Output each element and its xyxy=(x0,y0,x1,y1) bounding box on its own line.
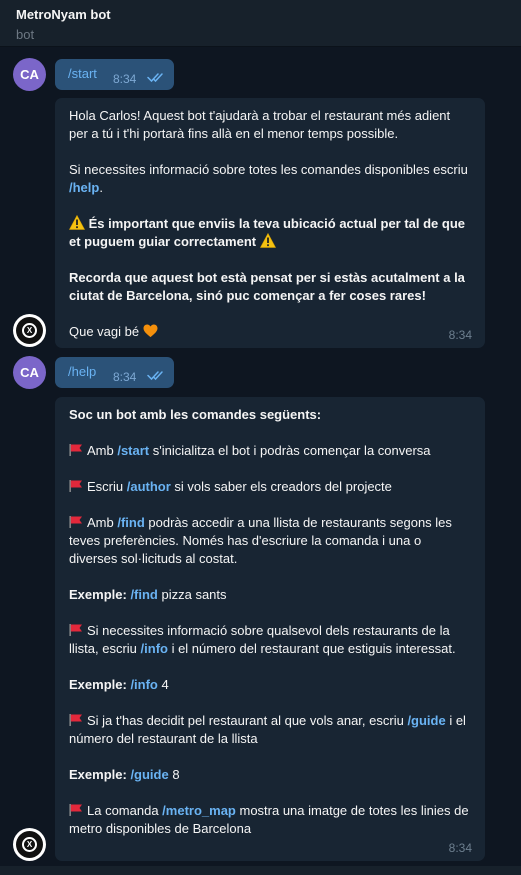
red-flag-icon xyxy=(69,624,83,636)
double-check-icon xyxy=(147,73,163,83)
metro-logo-icon: X xyxy=(16,831,43,858)
red-flag-icon xyxy=(69,480,83,492)
red-flag-icon xyxy=(69,714,83,726)
guide-command-link[interactable]: /guide xyxy=(407,713,445,728)
start-command-link[interactable]: /start xyxy=(117,443,149,458)
author-command-link[interactable]: /author xyxy=(127,479,171,494)
orange-heart-icon xyxy=(143,324,158,338)
info-command-link[interactable]: /info xyxy=(130,677,157,692)
warning-icon xyxy=(69,215,85,230)
double-check-icon xyxy=(147,371,163,381)
user-avatar[interactable]: CA xyxy=(13,58,46,91)
guide-command-link[interactable]: /guide xyxy=(130,767,168,782)
command-description: Amb /start s'inicialitza el bot i podràs… xyxy=(69,442,471,460)
find-command-link[interactable]: /find xyxy=(130,587,157,602)
command-example: Exemple: /find pizza sants xyxy=(69,587,227,602)
incoming-message-welcome[interactable]: Hola Carlos! Aquest bot t'ajudarà a trob… xyxy=(55,98,485,348)
chat-header[interactable]: MetroNyam bot bot xyxy=(0,0,521,47)
command-example: Exemple: /guide 8 xyxy=(69,767,180,782)
info-command-link[interactable]: /info xyxy=(141,641,168,656)
command-description: La comanda /metro_map mostra una imatge … xyxy=(69,803,469,836)
message-time: 8:34 xyxy=(448,841,472,855)
message-paragraph: Recorda que aquest bot està pensat per s… xyxy=(69,270,465,303)
red-flag-icon xyxy=(69,516,83,528)
message-time: 8:34 xyxy=(113,72,137,86)
message-paragraph: Si necessites informació sobre totes les… xyxy=(69,162,468,195)
bot-avatar[interactable]: X xyxy=(13,314,46,347)
chat-subtitle: bot xyxy=(16,27,35,42)
message-text[interactable]: /help xyxy=(68,364,96,379)
message-paragraph: És important que enviis la teva ubicació… xyxy=(69,215,466,249)
message-text[interactable]: /start xyxy=(68,66,97,81)
command-example: Exemple: /info 4 xyxy=(69,677,169,692)
outgoing-message-help[interactable]: /help 8:34 xyxy=(55,357,174,388)
help-command-link[interactable]: /help xyxy=(69,180,99,195)
message-paragraph: Que vagi bé xyxy=(69,323,471,341)
composer-bar-edge xyxy=(0,866,521,875)
outgoing-message-start[interactable]: /start 8:34 xyxy=(55,59,174,90)
message-heading: Soc un bot amb les comandes següents: xyxy=(69,407,322,422)
message-time: 8:34 xyxy=(448,328,472,342)
warning-icon xyxy=(260,233,276,248)
chat-title: MetroNyam bot xyxy=(16,7,111,22)
command-description: Escriu /author si vols saber els creador… xyxy=(69,478,471,496)
command-description: Si ja t'has decidit pel restaurant al qu… xyxy=(69,713,466,746)
find-command-link[interactable]: /find xyxy=(117,515,144,530)
message-time: 8:34 xyxy=(113,370,137,384)
red-flag-icon xyxy=(69,444,83,456)
command-description: Amb /find podràs accedir a una llista de… xyxy=(69,515,452,566)
command-description: Si necessites informació sobre qualsevol… xyxy=(69,623,456,656)
user-avatar[interactable]: CA xyxy=(13,356,46,389)
message-paragraph: Hola Carlos! Aquest bot t'ajudarà a trob… xyxy=(69,108,451,141)
metro-logo-icon: X xyxy=(16,317,43,344)
bot-avatar[interactable]: X xyxy=(13,828,46,861)
incoming-message-help[interactable]: Soc un bot amb les comandes següents: Am… xyxy=(55,397,485,861)
metro-map-command-link[interactable]: /metro_map xyxy=(162,803,236,818)
red-flag-icon xyxy=(69,804,83,816)
